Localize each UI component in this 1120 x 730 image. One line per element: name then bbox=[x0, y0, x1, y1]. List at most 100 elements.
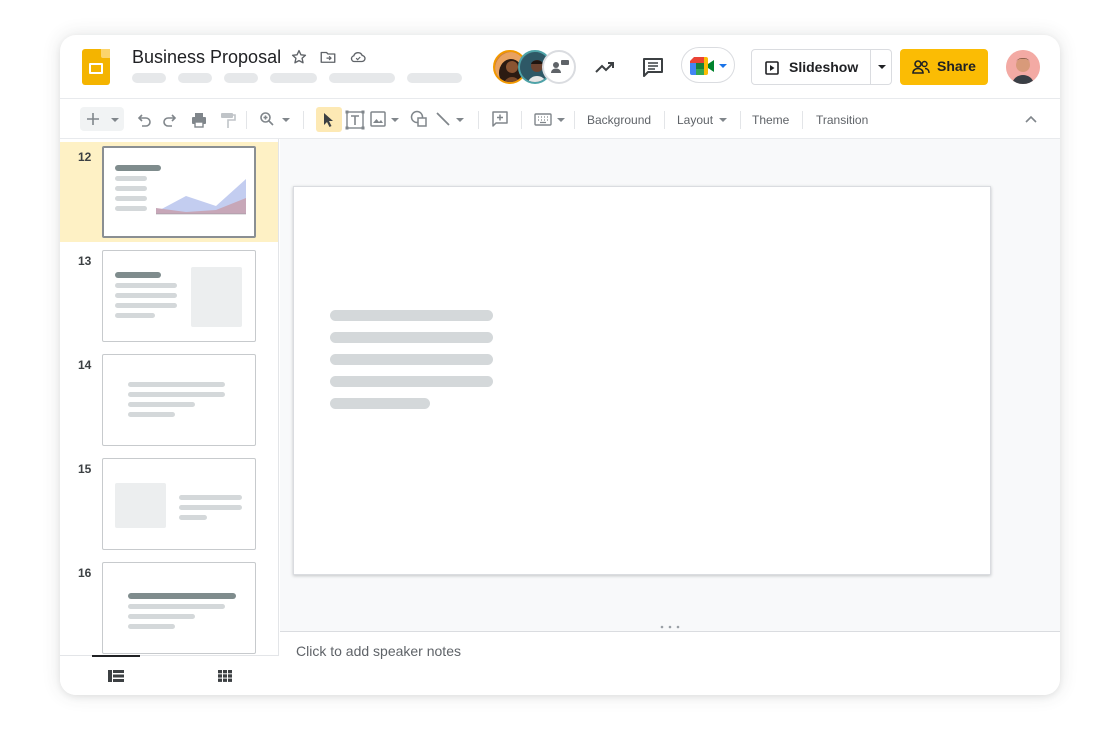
slide-thumbnail-row[interactable]: 14 bbox=[60, 350, 278, 450]
thumb-title-line bbox=[128, 593, 236, 599]
slideshow-options-button[interactable] bbox=[870, 50, 892, 84]
slide-number: 12 bbox=[78, 150, 92, 164]
chevron-down-icon bbox=[391, 118, 399, 122]
paint-format-icon[interactable] bbox=[220, 111, 236, 129]
thumb-text-line bbox=[179, 505, 242, 510]
slideshow-label: Slideshow bbox=[789, 59, 859, 75]
shape-icon[interactable] bbox=[410, 110, 428, 128]
more-collaborators-icon[interactable] bbox=[542, 50, 576, 84]
share-label: Share bbox=[937, 58, 976, 74]
text-box-icon[interactable] bbox=[345, 110, 365, 130]
chevron-up-icon[interactable] bbox=[1024, 113, 1038, 125]
filmstrip-view-tab-indicator bbox=[92, 655, 140, 657]
slide-thumbnail-row[interactable]: 12 bbox=[60, 142, 278, 242]
account-avatar[interactable] bbox=[1006, 50, 1040, 84]
thumb-text-line bbox=[128, 614, 195, 619]
cloud-saved-icon[interactable] bbox=[349, 48, 367, 66]
keyboard-icon[interactable] bbox=[534, 113, 552, 126]
toolbar: Background Layout Theme Transition bbox=[60, 98, 1060, 139]
slide-thumbnail[interactable] bbox=[102, 354, 256, 446]
google-meet-button[interactable] bbox=[681, 47, 735, 83]
speaker-notes[interactable]: Click to add speaker notes bbox=[280, 632, 1060, 695]
slide-thumbnail[interactable] bbox=[102, 562, 256, 654]
menu-file[interactable] bbox=[132, 73, 166, 83]
thumb-text-line bbox=[128, 392, 225, 397]
toolbar-separator bbox=[478, 111, 479, 129]
toolbar-separator bbox=[521, 111, 522, 129]
print-icon[interactable] bbox=[190, 111, 208, 129]
redo-icon[interactable] bbox=[162, 112, 178, 128]
toolbar-separator bbox=[246, 111, 247, 129]
cursor-icon bbox=[324, 113, 333, 127]
slide-thumbnail[interactable] bbox=[102, 250, 256, 342]
share-button[interactable]: Share bbox=[900, 49, 988, 85]
chevron-down-icon bbox=[719, 118, 727, 122]
zoom-icon[interactable] bbox=[259, 111, 275, 127]
thumb-text-line bbox=[128, 402, 195, 407]
document-title[interactable]: Business Proposal bbox=[132, 47, 281, 68]
speaker-notes-placeholder[interactable]: Click to add speaker notes bbox=[296, 643, 461, 659]
menu-slide[interactable] bbox=[407, 73, 462, 83]
filmstrip-view-switcher bbox=[60, 655, 279, 695]
line-icon[interactable] bbox=[435, 111, 451, 127]
filmstrip-view-icon[interactable] bbox=[108, 670, 124, 682]
thumb-text-line bbox=[115, 196, 147, 201]
chevron-down-icon bbox=[557, 118, 565, 122]
chevron-down-icon bbox=[111, 118, 119, 122]
slideshow-button[interactable]: Slideshow bbox=[751, 49, 892, 85]
thumb-title-line bbox=[115, 165, 161, 171]
move-to-folder-icon[interactable] bbox=[319, 48, 337, 66]
slide-text-line[interactable] bbox=[330, 332, 493, 343]
plus-icon bbox=[87, 113, 99, 125]
thumb-text-line bbox=[128, 604, 225, 609]
current-slide[interactable] bbox=[293, 186, 991, 575]
theme-button[interactable]: Theme bbox=[752, 113, 789, 127]
image-icon[interactable] bbox=[370, 111, 386, 127]
slide-number: 15 bbox=[78, 462, 92, 476]
thumb-text-line bbox=[128, 382, 225, 387]
drag-handle-icon bbox=[660, 625, 680, 629]
thumb-text-line bbox=[115, 283, 177, 288]
menu-edit[interactable] bbox=[178, 73, 212, 83]
thumb-text-line bbox=[115, 313, 155, 318]
comments-icon[interactable] bbox=[641, 55, 665, 79]
app-window: Business Proposal Slideshow Share Backgr… bbox=[60, 35, 1060, 695]
slide-number: 16 bbox=[78, 566, 92, 580]
slide-text-line[interactable] bbox=[330, 398, 430, 409]
chevron-down-icon bbox=[878, 65, 886, 69]
undo-icon[interactable] bbox=[136, 112, 152, 128]
thumb-text-line bbox=[128, 412, 175, 417]
slide-thumbnail[interactable] bbox=[102, 458, 256, 550]
toolbar-separator bbox=[664, 111, 665, 129]
thumb-image-placeholder bbox=[191, 267, 242, 327]
thumb-text-line bbox=[179, 495, 242, 500]
thumb-text-line bbox=[128, 624, 175, 629]
menu-format[interactable] bbox=[329, 73, 395, 83]
thumb-text-line bbox=[179, 515, 207, 520]
menu-view[interactable] bbox=[224, 73, 258, 83]
notes-resize-handle[interactable] bbox=[280, 623, 1060, 632]
slide-text-line[interactable] bbox=[330, 310, 493, 321]
select-tool-button[interactable] bbox=[316, 107, 342, 132]
slide-text-line[interactable] bbox=[330, 354, 493, 365]
background-button[interactable]: Background bbox=[587, 113, 651, 127]
slide-thumbnail-row[interactable]: 15 bbox=[60, 454, 278, 554]
chevron-down-icon bbox=[282, 118, 290, 122]
menu-insert[interactable] bbox=[270, 73, 317, 83]
activity-trend-icon[interactable] bbox=[593, 55, 617, 79]
slides-logo[interactable] bbox=[82, 49, 110, 85]
add-comment-icon[interactable] bbox=[491, 110, 509, 128]
slide-thumbnail-row[interactable]: 16 bbox=[60, 558, 278, 658]
layout-button[interactable]: Layout bbox=[677, 113, 713, 127]
slide-thumbnail[interactable] bbox=[102, 146, 256, 238]
slide-text-line[interactable] bbox=[330, 376, 493, 387]
grid-view-icon[interactable] bbox=[218, 670, 232, 682]
chevron-down-icon bbox=[719, 64, 727, 68]
people-icon bbox=[912, 60, 930, 74]
toolbar-separator bbox=[303, 111, 304, 129]
transition-button[interactable]: Transition bbox=[816, 113, 868, 127]
star-icon[interactable] bbox=[290, 48, 308, 66]
slide-thumbnail-row[interactable]: 13 bbox=[60, 246, 278, 346]
present-icon bbox=[765, 61, 779, 75]
new-slide-button[interactable] bbox=[80, 107, 124, 131]
